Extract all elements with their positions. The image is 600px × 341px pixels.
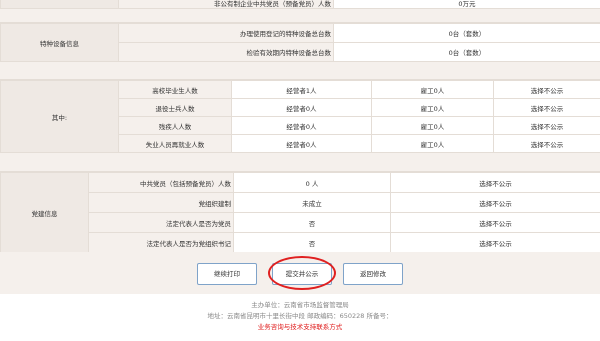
- publicity-status: 选择不公示: [493, 116, 600, 135]
- publicity-status: 选择不公示: [390, 192, 600, 213]
- employment-label: 退役士兵人数: [118, 98, 232, 117]
- section-spacer: [0, 8, 600, 23]
- back-edit-button[interactable]: 返回修改: [343, 263, 403, 285]
- publicity-status: 选择不公示: [493, 134, 600, 153]
- operator-count: 经营者1人: [231, 80, 372, 99]
- highlight-circle: [268, 256, 336, 290]
- operator-count: 经营者0人: [231, 134, 372, 153]
- employment-section-title: 其中:: [0, 80, 119, 153]
- section-spacer: [0, 152, 600, 172]
- party-value: 否: [233, 232, 391, 253]
- equipment-label: 办理使用登记的特种设备总台数: [118, 23, 334, 43]
- footer-contact-link[interactable]: 业务咨询与技术支持联系方式: [258, 323, 343, 331]
- publicity-status: 选择不公示: [390, 232, 600, 253]
- footer: 主办单位：云南省市场监督管理局 地址：云南省昆明市十里长街中段 邮政编码：650…: [0, 294, 600, 341]
- publicity-status: 选择不公示: [493, 80, 600, 99]
- employee-count: 雇工0人: [371, 80, 494, 99]
- equipment-label: 检验有效期内特种设备总台数: [118, 42, 334, 62]
- employment-table: 其中: 高校毕业生人数 经营者1人 雇工0人 选择不公示 退役士兵人数 经营者0…: [0, 80, 600, 153]
- party-label: 法定代表人是否为党组织书记: [88, 232, 234, 253]
- employment-label: 失业人员再就业人数: [118, 134, 232, 153]
- employee-count: 雇工0人: [371, 116, 494, 135]
- party-table: 党建信息 中共党员（包括预备党员）人数 0 人 选择不公示 党组织建制 未成立 …: [0, 172, 600, 253]
- operator-count: 经营者0人: [231, 98, 372, 117]
- employment-label: 高校毕业生人数: [118, 80, 232, 99]
- party-section-title: 党建信息: [0, 172, 89, 253]
- equipment-table: 特种设备信息 办理使用登记的特种设备总台数 0台（套数） 检验有效期内特种设备总…: [0, 23, 600, 62]
- operator-count: 经营者0人: [231, 116, 372, 135]
- annual-report-page: 非公有制企业中共党员（预备党员）人数 0万元 特种设备信息 办理使用登记的特种设…: [0, 0, 600, 341]
- party-label: 党组织建制: [88, 192, 234, 213]
- employee-count: 雇工0人: [371, 98, 494, 117]
- employee-count: 雇工0人: [371, 134, 494, 153]
- party-label: 中共党员（包括预备党员）人数: [88, 172, 234, 193]
- section-spacer: [0, 61, 600, 80]
- party-value: 否: [233, 212, 391, 233]
- publicity-status: 选择不公示: [390, 172, 600, 193]
- equipment-section-title: 特种设备信息: [0, 23, 119, 62]
- footer-address: 地址：云南省昆明市十里长街中段 邮政编码：650228 所备号：: [207, 312, 393, 320]
- publicity-status: 选择不公示: [493, 98, 600, 117]
- party-value: 0 人: [233, 172, 391, 193]
- footer-sponsor: 主办单位：云南省市场监督管理局: [251, 301, 349, 309]
- party-label: 法定代表人是否为党员: [88, 212, 234, 233]
- employment-label: 残疾人人数: [118, 116, 232, 135]
- party-value: 未成立: [233, 192, 391, 213]
- equipment-value: 0台（套数）: [333, 23, 600, 43]
- publicity-status: 选择不公示: [390, 212, 600, 233]
- equipment-value: 0台（套数）: [333, 42, 600, 62]
- continue-print-button[interactable]: 继续打印: [197, 263, 257, 285]
